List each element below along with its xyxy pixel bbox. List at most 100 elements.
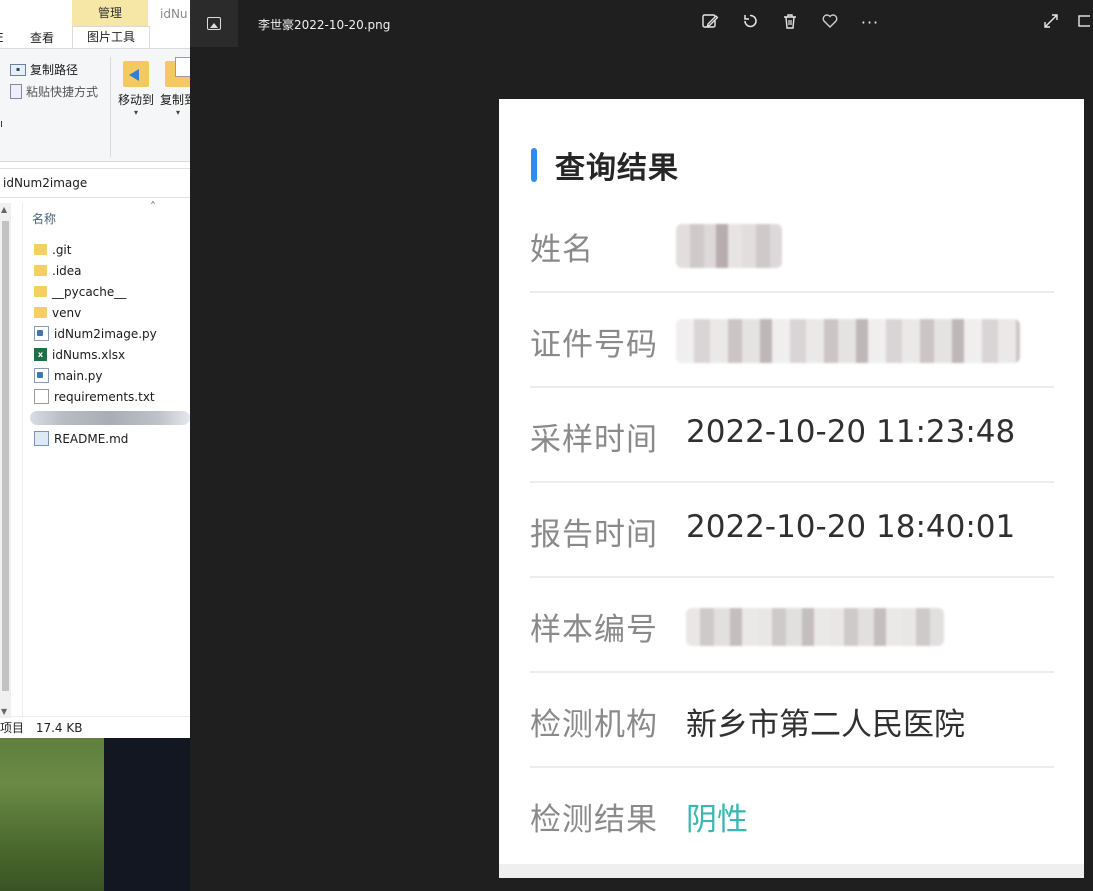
list-item[interactable]: idNum2image.py	[34, 323, 190, 344]
card-header: 查询结果	[531, 143, 679, 187]
scroll-thumb[interactable]	[2, 221, 9, 691]
list-item[interactable]: x idNums.xlsx	[34, 344, 190, 365]
image-bottom-edge	[499, 864, 1084, 878]
status-selected-size: 17.4 KB	[35, 721, 83, 735]
rotate-button[interactable]	[739, 12, 761, 34]
list-item[interactable]: .git	[34, 239, 190, 260]
folder-icon	[34, 244, 47, 255]
favorite-icon	[822, 14, 838, 28]
paste-shortcut-button[interactable]: 粘贴快捷方式	[10, 83, 98, 100]
folder-icon	[34, 286, 47, 297]
copy-to-icon	[165, 57, 190, 87]
edit-icon	[702, 14, 719, 28]
expand-button[interactable]	[1040, 12, 1062, 34]
redacted-id-number	[676, 319, 1020, 363]
card-title: 查询结果	[555, 151, 679, 186]
desktop-background	[104, 738, 190, 891]
move-to-caret-icon: ▾	[133, 108, 138, 117]
row-label: 检测结果	[530, 802, 658, 838]
row-label: 检测机构	[530, 707, 658, 743]
photo-viewer-window: 李世豪2022-10-20.png ··· 查询结果 姓名 证件号码 采样时间 …	[190, 0, 1093, 891]
python-file-icon	[34, 368, 49, 383]
copy-path-icon: ▪	[10, 63, 26, 76]
scroll-down-icon[interactable]: ▼	[1, 707, 7, 716]
excel-file-icon: x	[34, 348, 47, 361]
address-path: idNum2image	[3, 176, 88, 190]
file-name: __pycache__	[52, 284, 127, 299]
file-name: idNum2image.py	[54, 326, 157, 341]
file-name: requirements.txt	[54, 389, 155, 404]
result-row-name: 姓名	[530, 198, 1054, 293]
row-label: 证件号码	[530, 327, 658, 363]
move-to-button[interactable]: 移动到 ▾	[115, 61, 157, 117]
more-icon: ···	[860, 13, 880, 32]
file-title: 李世豪2022-10-20.png	[258, 18, 391, 32]
window-title-fragment: idNu	[160, 7, 188, 21]
list-item[interactable]: venv	[34, 302, 190, 323]
list-item[interactable]: README.md	[34, 428, 190, 449]
redacted-sample-number	[686, 608, 944, 646]
title-accent-bar	[531, 148, 537, 182]
rotate-icon	[744, 14, 757, 28]
fullscreen-button[interactable]	[1076, 12, 1090, 34]
file-name: .idea	[52, 263, 82, 278]
edit-image-button[interactable]	[699, 12, 721, 34]
list-item[interactable]: __pycache__	[34, 281, 190, 302]
more-options-button[interactable]: ···	[859, 12, 881, 34]
copy-path-button[interactable]: ▪ 复制路径	[10, 61, 78, 78]
delete-button[interactable]	[779, 12, 801, 34]
manage-group-label[interactable]: 管理	[72, 0, 148, 26]
fullscreen-icon	[1078, 15, 1090, 27]
address-bar[interactable]: idNum2image	[0, 168, 190, 198]
nav-pane-scrollbar[interactable]: ▲ ▼	[0, 203, 11, 718]
tab-view[interactable]: 查看	[30, 28, 54, 48]
copy-to-button[interactable]: 复制到 ▾	[157, 57, 190, 117]
paste-shortcut-icon	[10, 84, 22, 99]
file-name: .git	[52, 242, 72, 257]
python-file-icon	[34, 326, 49, 341]
status-bar: 项目 17.4 KB	[0, 716, 190, 738]
file-name: venv	[52, 305, 82, 320]
row-label: 报告时间	[530, 517, 658, 553]
text-file-icon	[34, 389, 49, 404]
photos-app-button[interactable]	[190, 0, 238, 47]
tab-share[interactable]: E	[0, 28, 6, 48]
favorite-button[interactable]	[819, 12, 841, 34]
copy-path-label: 复制路径	[30, 63, 79, 77]
test-result-value: 阴性	[686, 802, 748, 838]
markdown-file-icon	[34, 431, 49, 446]
desktop-wallpaper	[0, 738, 104, 891]
column-header-name[interactable]: 名称	[32, 210, 56, 227]
move-to-label: 移动到	[117, 93, 154, 107]
list-item[interactable]: main.py	[34, 365, 190, 386]
displayed-image: 查询结果 姓名 证件号码 采样时间 2022-10-20 11:23:48 报告…	[499, 99, 1084, 878]
list-item[interactable]: .idea	[34, 260, 190, 281]
tab-picture-tools[interactable]: 图片工具	[72, 26, 150, 49]
pane-divider[interactable]	[22, 203, 23, 718]
expand-icon	[1044, 14, 1058, 28]
row-label: 样本编号	[530, 612, 658, 648]
redacted-name	[676, 224, 782, 268]
paste-shortcut-label: 粘贴快捷方式	[26, 85, 99, 99]
ribbon-edge-mark: ı	[0, 117, 4, 130]
file-list: .git .idea __pycache__ venv idNum2image.…	[30, 239, 190, 449]
ribbon-separator	[110, 57, 111, 157]
row-label: 姓名	[530, 232, 594, 268]
copy-to-caret-icon: ▾	[175, 108, 180, 117]
list-item-redacted[interactable]	[30, 407, 190, 428]
copy-to-label: 复制到	[159, 93, 190, 107]
sort-ascending-icon[interactable]: ˄	[150, 200, 156, 214]
redacted-file-name	[30, 410, 190, 425]
scroll-up-icon[interactable]: ▲	[1, 205, 7, 214]
result-row-id-number: 证件号码	[530, 293, 1054, 388]
result-row-institution: 检测机构 新乡市第二人民医院	[530, 673, 1054, 768]
file-name: idNums.xlsx	[52, 347, 126, 362]
folder-icon	[34, 307, 47, 318]
list-item[interactable]: requirements.txt	[34, 386, 190, 407]
ribbon-tabs: 管理 E 查看 图片工具 idNu	[0, 0, 190, 49]
move-to-icon	[123, 61, 149, 87]
report-time-value: 2022-10-20 18:40:01	[686, 509, 1016, 545]
file-name: main.py	[54, 368, 103, 383]
file-name: README.md	[54, 431, 129, 446]
photos-app-icon	[207, 17, 221, 30]
